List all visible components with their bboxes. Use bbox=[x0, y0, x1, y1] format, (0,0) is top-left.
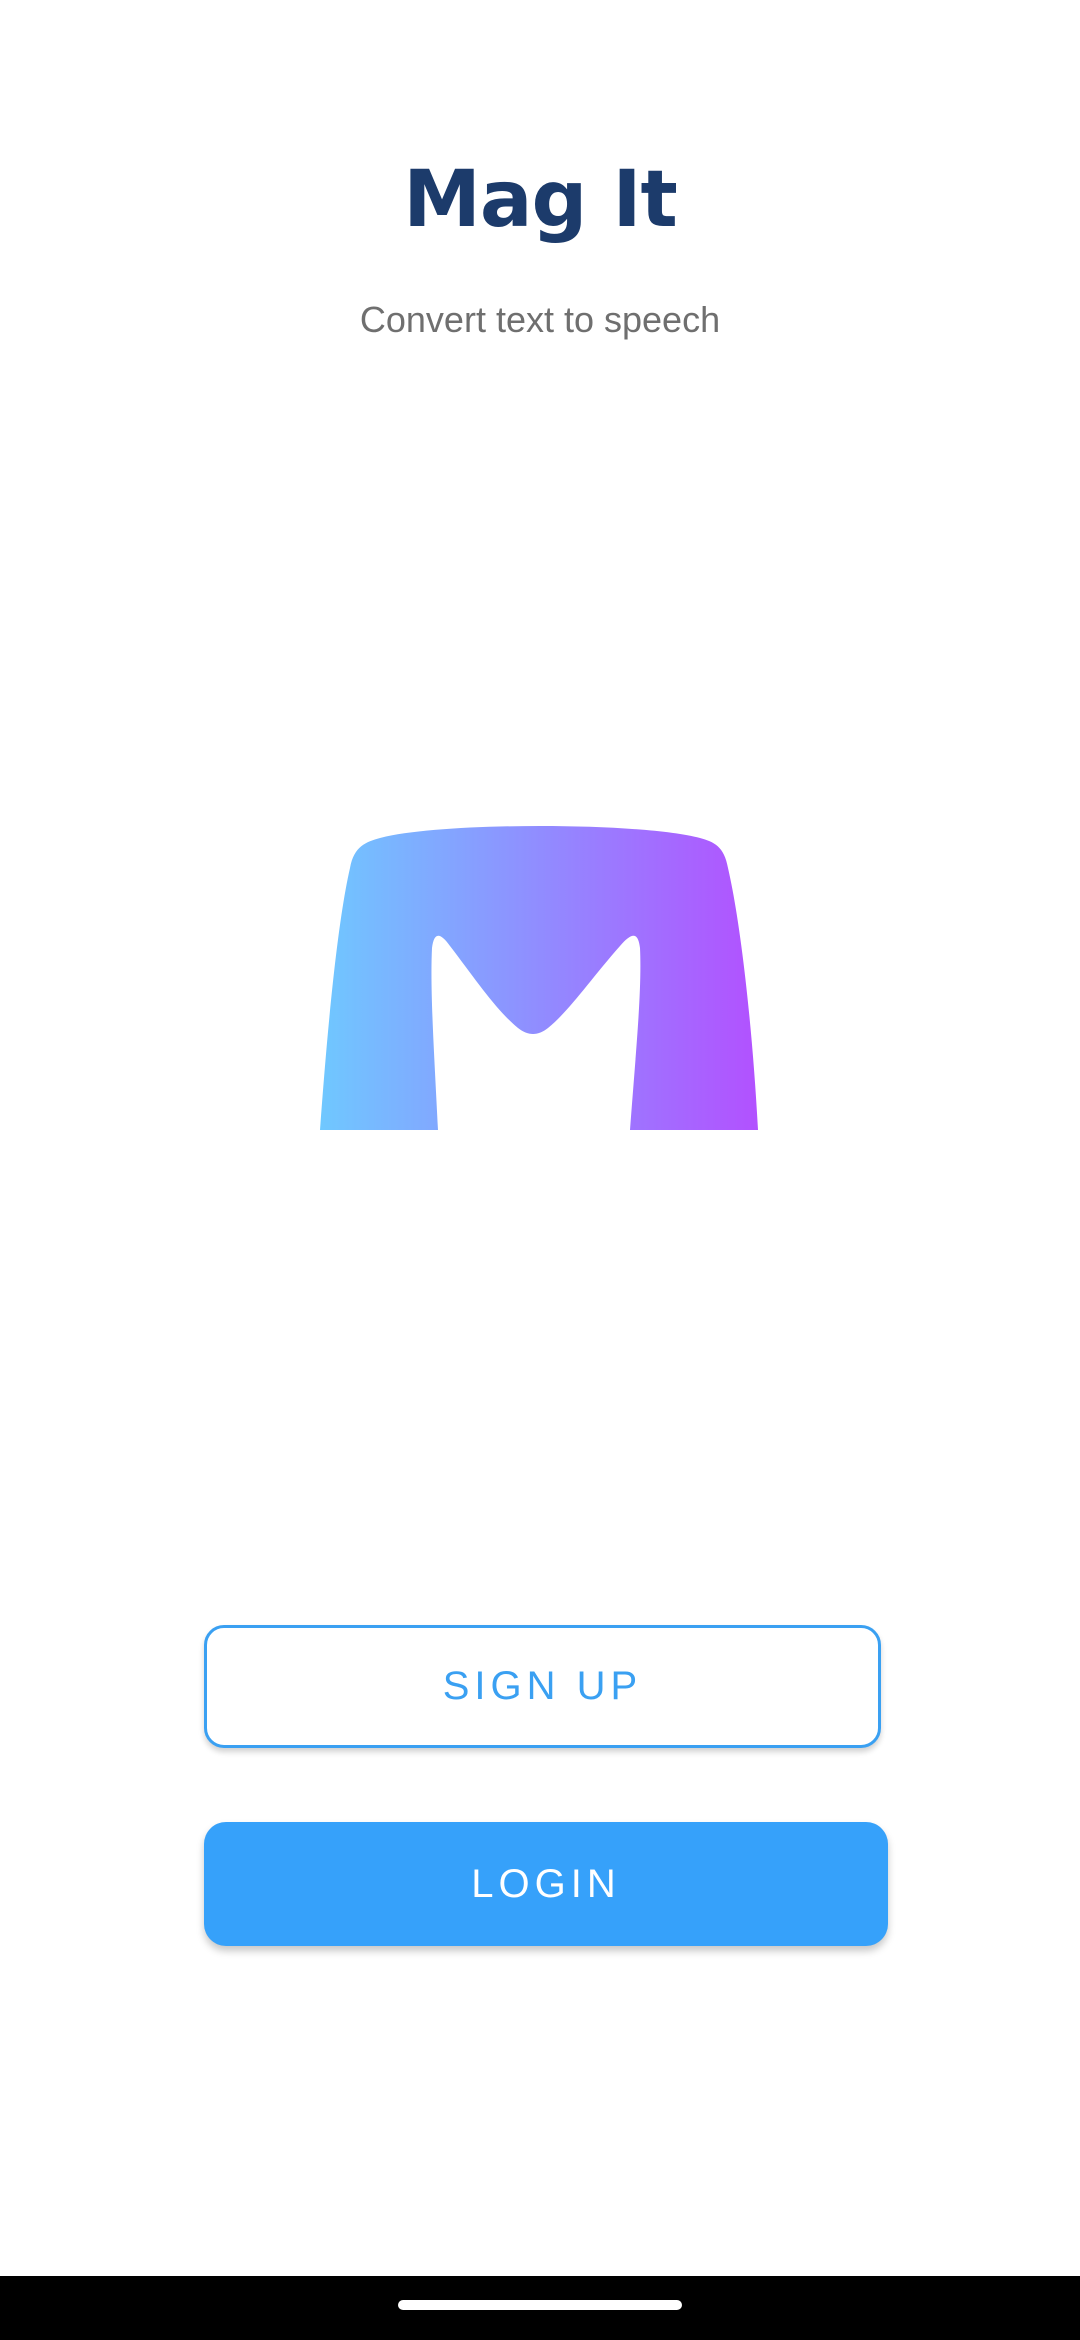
login-button[interactable]: LOGIN bbox=[204, 1822, 888, 1946]
mag-it-logo-icon bbox=[320, 826, 758, 1130]
home-indicator[interactable] bbox=[398, 2300, 682, 2310]
welcome-screen: Mag It Convert text to speech SIGN UP LO… bbox=[0, 0, 1080, 2276]
app-title: Mag It bbox=[403, 155, 678, 245]
app-subtitle: Convert text to speech bbox=[359, 299, 721, 340]
sign-up-button[interactable]: SIGN UP bbox=[204, 1625, 881, 1748]
system-navigation-bar bbox=[0, 2276, 1080, 2340]
